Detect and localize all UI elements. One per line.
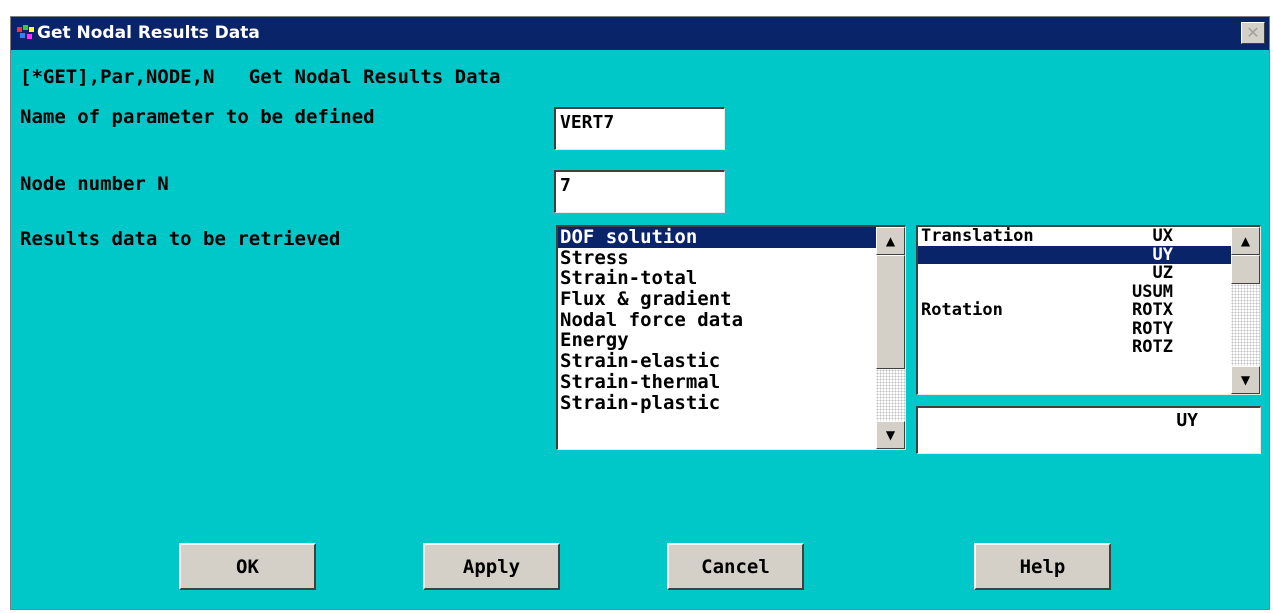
component-item[interactable]: Translation UX [918,227,1233,246]
component-list-scrollbar[interactable]: ▲ ▼ [1231,227,1260,394]
scroll-up-button[interactable]: ▲ [876,227,905,255]
results-category-item[interactable]: Strain-plastic [558,392,876,414]
scroll-track[interactable] [876,369,905,421]
scroll-down-icon: ▼ [1240,373,1251,387]
help-button[interactable]: Help [974,543,1111,590]
component-list[interactable]: Translation UX UY UZ USUM Rotation ROTX ROTY ROT… [916,225,1261,395]
scroll-up-icon: ▲ [1240,234,1251,248]
param-name-input[interactable]: VERT7 [554,107,725,150]
close-icon: ✕ [1246,23,1260,42]
results-category-item[interactable]: Stress [558,247,876,269]
apply-button[interactable]: Apply [423,543,560,590]
component-item[interactable]: USUM [918,283,1233,302]
results-category-item[interactable]: Nodal force data [558,310,876,331]
component-items: Translation UX UY UZ USUM Rotation ROTX ROTY ROT… [918,227,1260,357]
results-list-scrollbar[interactable]: ▲ ▼ [876,227,905,449]
cancel-button[interactable]: Cancel [667,543,804,590]
component-item[interactable]: ROTZ [918,338,1233,357]
results-category-item[interactable]: DOF solution [558,227,876,248]
component-category: Translation [921,226,1034,246]
component-item[interactable]: ROTY [918,320,1233,339]
scroll-down-button[interactable]: ▼ [1231,366,1260,394]
results-category-item[interactable]: Energy [558,330,876,351]
scroll-up-button[interactable]: ▲ [1231,227,1260,255]
component-code: ROTX [1132,300,1173,320]
scroll-thumb[interactable] [1231,255,1260,284]
results-data-label: Results data to be retrieved [20,228,341,250]
results-category-item[interactable]: Strain-thermal [558,372,876,393]
close-button[interactable]: ✕ [1241,22,1265,44]
node-number-input[interactable]: 7 [554,170,725,213]
scroll-track[interactable] [1231,284,1260,366]
component-code: ROTZ [1132,337,1173,357]
dialog-window: Get Nodal Results Data ✕ [*GET],Par,NODE… [10,16,1270,610]
scroll-down-button[interactable]: ▼ [876,421,905,449]
ok-button[interactable]: OK [179,543,316,590]
scroll-thumb[interactable] [876,255,905,369]
results-category-list[interactable]: DOF solution Stress Strain-total Flux & gra… [556,225,906,450]
param-name-label: Name of parameter to be defined [20,106,375,128]
component-item[interactable]: UY [918,244,1233,265]
window-title: Get Nodal Results Data [37,23,260,43]
component-code: ROTY [1132,318,1173,339]
results-category-item[interactable]: Strain-total [558,268,876,289]
results-category-item[interactable]: Strain-elastic [558,351,876,372]
title-bar[interactable]: Get Nodal Results Data ✕ [11,17,1269,50]
command-line-label: [*GET],Par,NODE,N Get Nodal Results Data [20,66,501,88]
app-icon [17,25,34,39]
node-number-label: Node number N [20,173,169,195]
scroll-up-icon: ▲ [885,234,896,248]
results-category-item[interactable]: Flux & gradient [558,289,876,310]
scroll-down-icon: ▼ [885,428,896,442]
component-item[interactable]: Rotation ROTX [918,301,1233,320]
component-selection-value: UY [1176,410,1198,431]
results-category-items: DOF solution Stress Strain-total Flux & gra… [558,227,905,413]
component-category: Rotation [921,300,1003,320]
component-selection-field[interactable]: UY [916,406,1261,454]
component-code: UZ [1152,263,1173,283]
component-code: USUM [1132,281,1173,302]
component-code: UY [1152,244,1173,265]
component-item[interactable]: UZ [918,264,1233,283]
component-code: UX [1152,226,1173,246]
